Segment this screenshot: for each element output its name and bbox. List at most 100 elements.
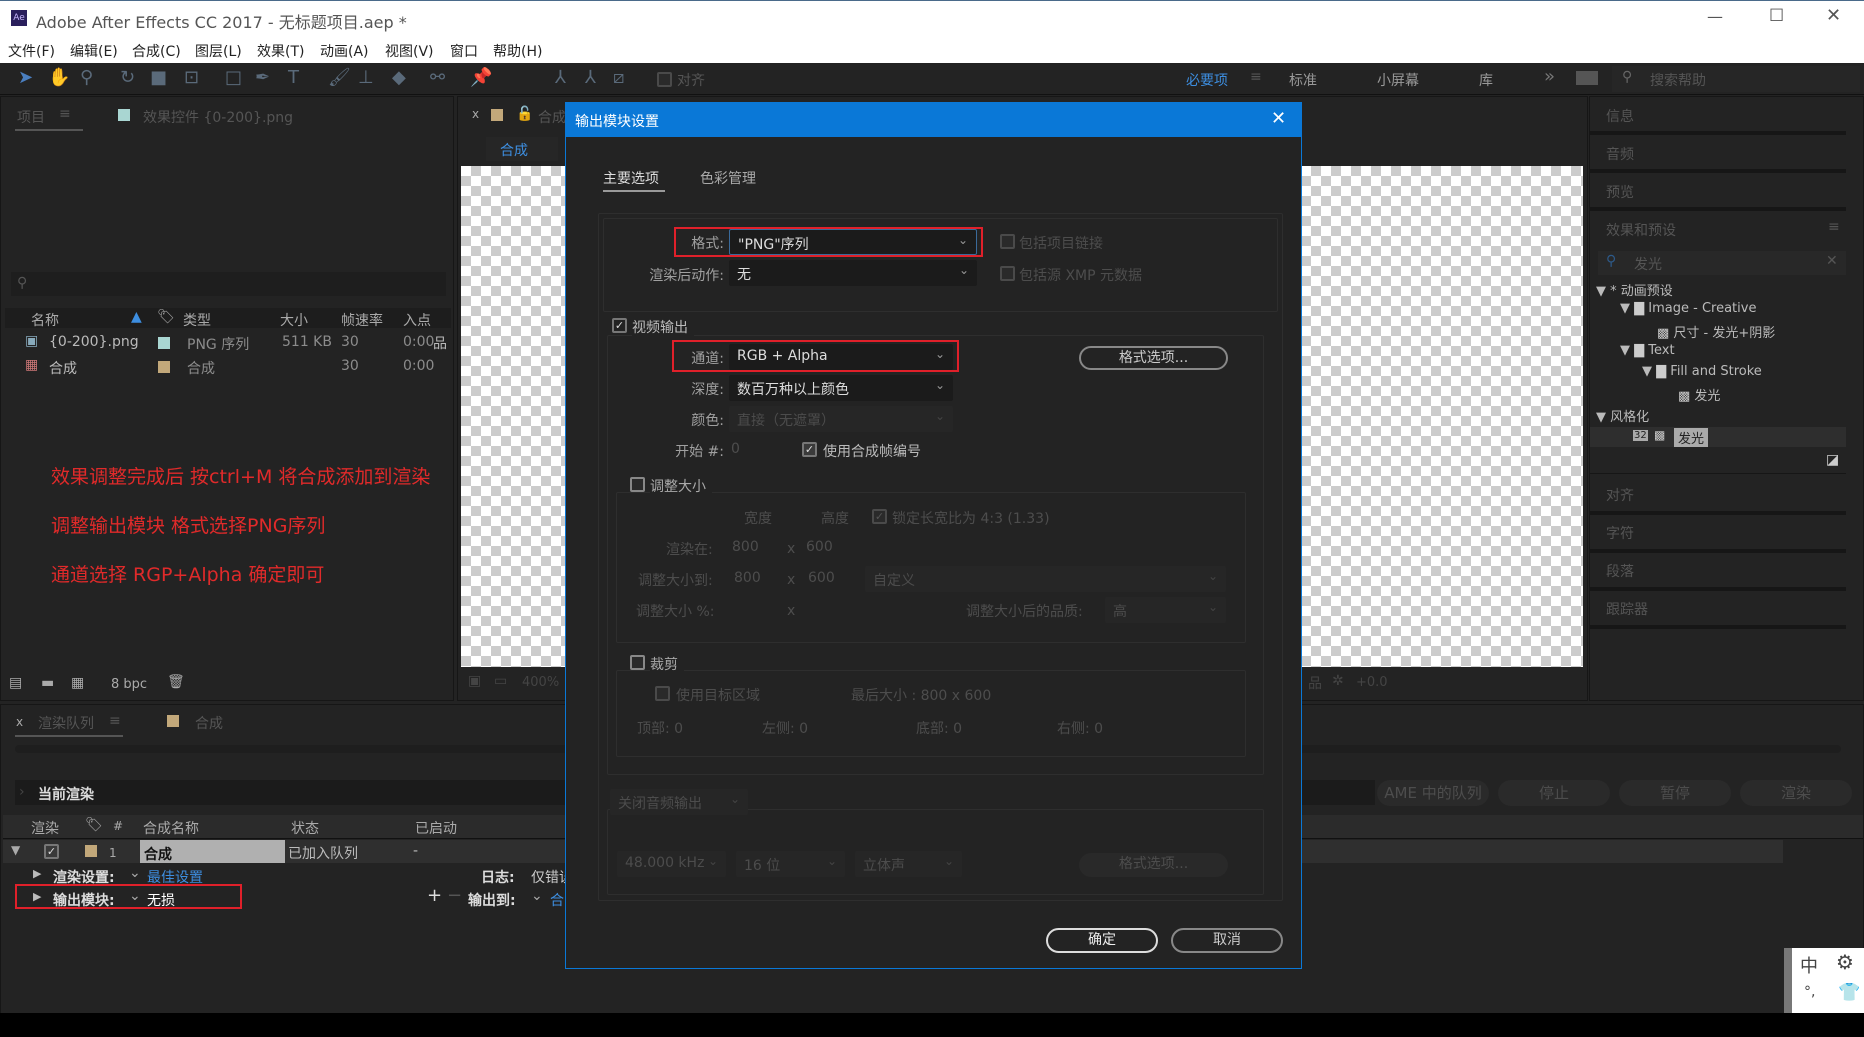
bit-depth-select[interactable]: 16 位 ⌄ [736, 851, 845, 877]
workspace-standard[interactable]: 标准 [1289, 70, 1317, 90]
lock-icon[interactable]: 🔓 [516, 106, 533, 122]
resize-to-width[interactable]: 800 [734, 570, 761, 586]
minimize-button[interactable]: — [1707, 7, 1723, 26]
comp-subtab[interactable]: 合成 [486, 137, 558, 161]
col-name[interactable]: 名称 [31, 310, 59, 330]
hand-tool-icon[interactable]: ✋ [48, 67, 70, 88]
flowchart-icon[interactable]: 品 [1308, 673, 1322, 693]
ime-settings-icon[interactable]: ⚙ [1836, 950, 1854, 974]
project-search[interactable]: ⚲ [11, 272, 446, 296]
new-composition-icon[interactable]: ▦ [71, 675, 84, 691]
audio-format-options-button[interactable]: 格式选项... [1079, 853, 1228, 877]
new-bin-icon[interactable]: ◪ [1826, 452, 1839, 468]
rectangle-tool-icon[interactable]: □ [225, 67, 242, 88]
interpret-footage-icon[interactable]: ▤ [9, 675, 22, 691]
clear-search-icon[interactable]: ✕ [1826, 253, 1838, 269]
menu-window[interactable]: 窗口 [450, 41, 478, 61]
video-format-options-button[interactable]: 格式选项... [1079, 346, 1228, 370]
text-tool-icon[interactable]: T [288, 67, 299, 88]
channels-select[interactable]: RGB + Alpha ⌄ [729, 344, 953, 370]
tab-effect-controls[interactable]: 效果控件 {0-200}.png [143, 107, 293, 127]
col-in[interactable]: 入点 [403, 310, 431, 330]
use-roi-checkbox[interactable] [655, 686, 670, 701]
tab-project[interactable]: 项目 [17, 107, 45, 127]
crop-left[interactable]: 左侧: 0 [762, 718, 808, 738]
pen-tool-icon[interactable]: ✒ [255, 67, 270, 88]
close-tab-icon[interactable]: x [16, 715, 23, 729]
post-render-select[interactable]: 无 ⌄ [729, 260, 977, 286]
zoom-level[interactable]: 400% [522, 675, 559, 690]
region-icon[interactable]: ▣ [468, 673, 481, 689]
crop-top[interactable]: 顶部: 0 [637, 718, 683, 738]
expand-icon[interactable]: ▼ [1620, 343, 1634, 358]
sample-rate-select[interactable]: 48.000 kHz ⌄ [617, 851, 726, 877]
col-comp-name[interactable]: 合成名称 [143, 818, 199, 838]
exposure-icon[interactable]: ✲ [1332, 673, 1344, 689]
tree-item[interactable]: ▩ 尺寸 - 发光+阴影 [1657, 322, 1775, 341]
tree-item[interactable]: ▼ ▇ Image - Creative [1620, 301, 1756, 316]
expand-icon[interactable]: ▼ [1642, 364, 1656, 379]
panel-menu-icon[interactable]: ≡ [109, 713, 121, 729]
dialog-close-button[interactable]: ✕ [1271, 108, 1286, 129]
expand-icon[interactable]: ▶ [33, 890, 41, 903]
crop-right[interactable]: 右侧: 0 [1057, 718, 1103, 738]
tab-comp[interactable]: 合成 [195, 713, 223, 733]
stop-button[interactable]: 停止 [1498, 780, 1610, 806]
output-module-link[interactable]: 无损 [147, 890, 175, 910]
panel-info[interactable]: 信息 [1606, 106, 1634, 126]
label-tag-icon[interactable]: 🏷 [85, 817, 103, 833]
sort-ascending-icon[interactable]: ▲ [131, 309, 142, 325]
col-size[interactable]: 大小 [280, 310, 308, 330]
add-output-module-button[interactable]: + [427, 885, 442, 906]
workspace-libraries[interactable]: 库 [1479, 70, 1493, 90]
ime-toolbar[interactable]: 中 ⚙ °, 👕 [1784, 948, 1864, 1013]
depth-select[interactable]: 数百万种以上颜色 ⌄ [729, 375, 953, 401]
ime-skin-icon[interactable]: 👕 [1838, 982, 1860, 1003]
include-project-link-checkbox[interactable] [1000, 234, 1015, 249]
menu-animation[interactable]: 动画(A) [320, 41, 369, 61]
maximize-button[interactable]: ☐ [1769, 6, 1784, 26]
expand-icon[interactable]: › [19, 784, 25, 800]
exposure-value[interactable]: +0.0 [1356, 675, 1388, 690]
rotate-tool-icon[interactable]: ↻ [120, 67, 135, 88]
menu-help[interactable]: 帮助(H) [493, 41, 542, 61]
crop-bottom[interactable]: 底部: 0 [916, 718, 962, 738]
new-folder-icon[interactable]: ▬ [41, 675, 54, 691]
selection-tool-icon[interactable]: ➤ [18, 67, 33, 88]
tree-item-selected[interactable]: 32 ▩ 发光 [1590, 427, 1846, 447]
eraser-tool-icon[interactable]: ◆ [392, 67, 406, 88]
cancel-button[interactable]: 取消 [1171, 928, 1283, 953]
menu-view[interactable]: 视图(V) [385, 41, 434, 61]
expand-icon[interactable]: ▼ [1596, 284, 1610, 299]
tab-render-queue[interactable]: 渲染队列 [38, 713, 94, 733]
use-comp-frame-checkbox[interactable]: ✓ [802, 442, 817, 457]
panel-paragraph[interactable]: 段落 [1606, 561, 1634, 581]
effects-search[interactable]: ⚲ 发光 ✕ [1598, 251, 1846, 275]
expand-icon[interactable]: ▼ [1620, 301, 1634, 316]
clone-stamp-tool-icon[interactable]: ⊥ [358, 67, 374, 88]
expand-icon[interactable]: ▶ [33, 867, 41, 880]
ime-chinese-icon[interactable]: 中 [1800, 952, 1818, 978]
view-axis-icon[interactable]: ⧄ [613, 67, 624, 88]
panel-menu-icon[interactable]: ≡ [59, 106, 71, 122]
puppet-tool-icon[interactable]: 📌 [470, 67, 492, 88]
collapse-icon[interactable]: ▼ [11, 843, 20, 857]
col-type[interactable]: 类型 [183, 310, 211, 330]
color-select[interactable]: 直接（无遮罩） ⌄ [729, 406, 953, 432]
menu-layer[interactable]: 图层(L) [195, 41, 242, 61]
tree-item[interactable]: ▼ * 动画预设 [1596, 280, 1673, 299]
tree-item[interactable]: ▼ ▇ Fill and Stroke [1642, 364, 1762, 379]
col-started[interactable]: 已启动 [415, 818, 457, 838]
world-axis-icon[interactable]: ⅄ [585, 67, 596, 88]
panel-align[interactable]: 对齐 [1606, 485, 1634, 505]
close-window-button[interactable]: ✕ [1826, 5, 1841, 26]
lock-aspect-checkbox[interactable]: ✓ [872, 509, 887, 524]
help-search[interactable]: ⚲ 搜索帮助 [1612, 66, 1860, 92]
ime-punctuation-icon[interactable]: °, [1804, 984, 1815, 1000]
pause-button[interactable]: 暂停 [1619, 780, 1731, 806]
workspace-layout-icon[interactable] [1576, 71, 1598, 85]
output-module-dropdown[interactable]: ⌄ [129, 888, 141, 904]
tab-main-options[interactable]: 主要选项 [603, 168, 659, 188]
panel-menu-icon[interactable]: ≡ [1828, 219, 1840, 235]
tab-composition[interactable]: 合成 [538, 107, 566, 127]
